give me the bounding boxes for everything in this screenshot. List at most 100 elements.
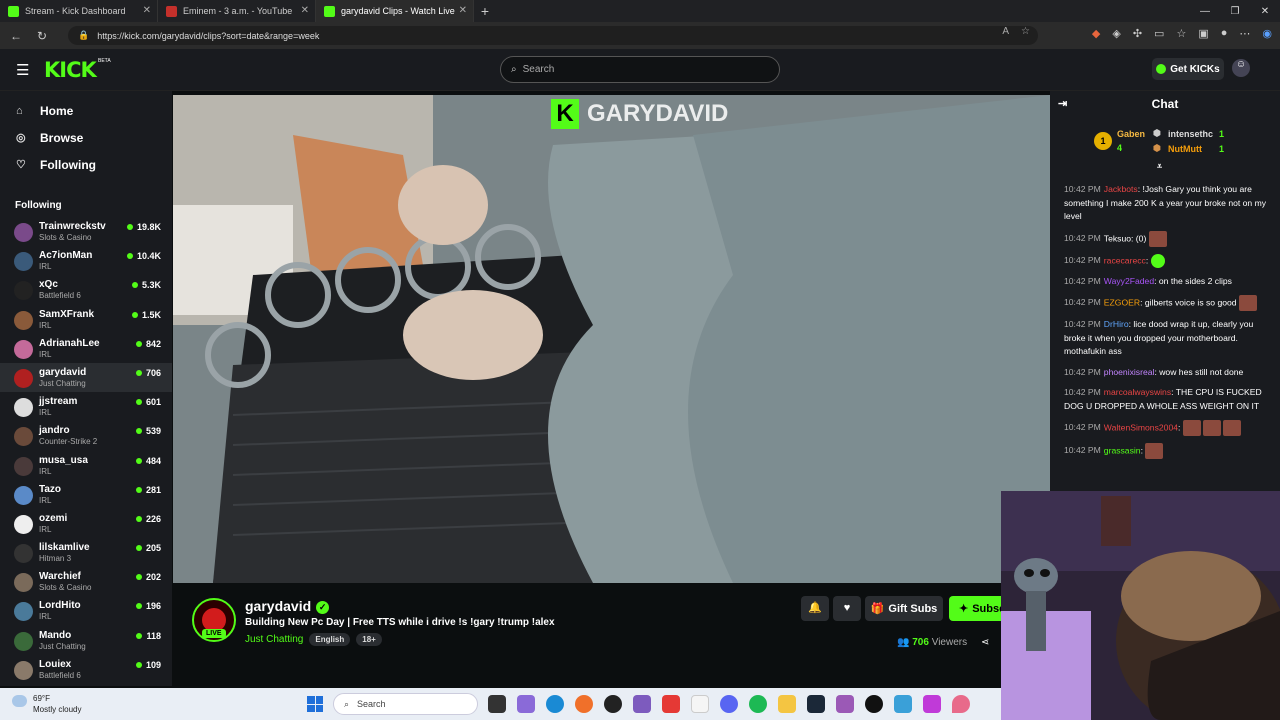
- sidebar-item-home[interactable]: ⌂ Home: [0, 97, 172, 124]
- video-player[interactable]: K GARYDAVID: [173, 95, 1050, 583]
- profile-icon[interactable]: ●: [1221, 27, 1228, 40]
- category-link[interactable]: Just Chatting: [245, 634, 303, 645]
- discord-icon[interactable]: [720, 695, 738, 713]
- firefox-icon[interactable]: [575, 695, 593, 713]
- chat-username[interactable]: racecarecc: [1104, 255, 1146, 265]
- refresh-icon[interactable]: ↻: [32, 29, 52, 43]
- expand-leaderboard-icon[interactable]: ⩡: [1157, 161, 1162, 172]
- extensions-puzzle-icon[interactable]: ✣: [1133, 27, 1142, 40]
- sidebar-item-ozemi[interactable]: ozemi IRL 226: [0, 509, 172, 538]
- gift-subs-label: Gift Subs: [888, 602, 938, 615]
- sidebar-item-samxfrank[interactable]: SamXFrank IRL 1.5K: [0, 305, 172, 334]
- share-icon[interactable]: ⋖: [981, 637, 989, 648]
- sidebar-item-musa_usa[interactable]: musa_usa IRL 484: [0, 451, 172, 480]
- bronze-badge-icon: ⬢: [1153, 143, 1161, 153]
- itunes-icon[interactable]: [691, 695, 709, 713]
- sidebar-item-lilskamlive[interactable]: lilskamlive Hitman 3 205: [0, 538, 172, 567]
- url-field[interactable]: 🔒 https://kick.com/garydavid/clips?sort=…: [68, 26, 1038, 45]
- edge-icon[interactable]: [546, 695, 564, 713]
- sidebar-item-louiex[interactable]: Louiex Battlefield 6 109: [0, 655, 172, 684]
- gift-subs-button[interactable]: 🎁 Gift Subs: [865, 596, 943, 621]
- twitch-icon[interactable]: [633, 695, 651, 713]
- collections-icon[interactable]: ▣: [1198, 27, 1208, 40]
- channel-name-row: garydavid ✓: [245, 598, 330, 614]
- sidebar-item-xqc[interactable]: xQc Battlefield 6 5.3K: [0, 275, 172, 304]
- get-kicks-button[interactable]: Get KICKs: [1152, 58, 1224, 80]
- app-icon[interactable]: [865, 695, 883, 713]
- windows-start-icon[interactable]: [307, 696, 323, 712]
- tab-garydavid-clips[interactable]: garydavid Clips - Watch Live ✕: [316, 0, 474, 22]
- extension-icon[interactable]: ◈: [1112, 27, 1120, 40]
- sidebar-item-trainwreckstv[interactable]: Trainwreckstv Slots & Casino 19.8K: [0, 217, 172, 246]
- follow-heart-button[interactable]: ♥: [833, 596, 861, 621]
- sidebar-item-browse[interactable]: ◎ Browse: [0, 124, 172, 151]
- split-screen-icon[interactable]: ▭: [1154, 27, 1164, 40]
- sidebar-item-lordhito[interactable]: LordHito IRL 196: [0, 596, 172, 625]
- hamburger-menu-icon[interactable]: ☰: [16, 61, 29, 79]
- collapse-chat-icon[interactable]: ⇥: [1058, 91, 1067, 117]
- steam-icon[interactable]: [807, 695, 825, 713]
- file-explorer-icon[interactable]: [778, 695, 796, 713]
- taskbar-search[interactable]: ⌕ Search: [333, 693, 478, 715]
- subscribe-button[interactable]: ✦ Subscribe: [949, 596, 1009, 621]
- obs-icon[interactable]: [604, 695, 622, 713]
- app-icon[interactable]: [894, 695, 912, 713]
- close-icon[interactable]: ✕: [301, 5, 309, 16]
- task-view-icon[interactable]: [488, 695, 506, 713]
- leader-third-name[interactable]: NutMutt: [1168, 144, 1202, 154]
- copilot-icon[interactable]: [517, 695, 535, 713]
- leader-second-name[interactable]: intensethc: [1168, 129, 1213, 139]
- youtube-icon[interactable]: [662, 695, 680, 713]
- kick-logo[interactable]: KICK: [44, 58, 97, 82]
- chat-username[interactable]: WaltenSimons2004: [1104, 422, 1178, 432]
- tab-title: Eminem - 3 a.m. - YouTube: [183, 6, 293, 16]
- extension-icon[interactable]: ◆: [1092, 27, 1100, 40]
- more-icon[interactable]: ⋯: [1239, 27, 1250, 40]
- following-category: IRL: [39, 612, 52, 622]
- chat-username[interactable]: DrHiro: [1104, 319, 1129, 329]
- fx-icon[interactable]: [923, 695, 941, 713]
- copilot-icon[interactable]: ◉: [1262, 27, 1272, 40]
- map-pin-icon[interactable]: [952, 695, 970, 713]
- read-aloud-icon[interactable]: A: [1002, 26, 1009, 37]
- sidebar-item-following[interactable]: ♡ Following: [0, 151, 172, 178]
- minimize-icon[interactable]: —: [1190, 0, 1220, 22]
- emote-icon: [1150, 253, 1165, 268]
- tab-kick-dashboard[interactable]: Stream - Kick Dashboard ✕: [0, 0, 158, 22]
- maximize-icon[interactable]: ❐: [1220, 0, 1250, 22]
- chat-text: :: [1178, 422, 1181, 433]
- search-input[interactable]: ⌕ Search: [500, 56, 780, 83]
- sidebar-item-jandro[interactable]: jandro Counter-Strike 2 539: [0, 421, 172, 450]
- sidebar-item-warchief[interactable]: Warchief Slots & Casino 202: [0, 567, 172, 596]
- chat-timestamp: 10:42 PM: [1064, 422, 1101, 433]
- chat-username[interactable]: Jackbots: [1104, 184, 1138, 194]
- spotify-icon[interactable]: [749, 695, 767, 713]
- app-icon[interactable]: [836, 695, 854, 713]
- close-icon[interactable]: ✕: [143, 5, 151, 16]
- chat-username[interactable]: marcoalwayswins: [1104, 387, 1171, 397]
- favorites-icon[interactable]: ☆: [1176, 27, 1186, 40]
- tab-youtube[interactable]: Eminem - 3 a.m. - YouTube ✕: [158, 0, 316, 22]
- sidebar-item-garydavid[interactable]: garydavid Just Chatting 706: [0, 362, 172, 393]
- tag-mature[interactable]: 18+: [356, 633, 382, 646]
- back-icon[interactable]: ←: [6, 29, 26, 43]
- sidebar-item-adrianahlee[interactable]: AdrianahLee IRL 842: [0, 334, 172, 363]
- chat-username[interactable]: Teksuo: [1104, 233, 1131, 243]
- sidebar-item-jjstream[interactable]: jjstream IRL 601: [0, 392, 172, 421]
- chat-username[interactable]: phoenixisreal: [1104, 367, 1155, 377]
- user-avatar[interactable]: ☺: [1232, 59, 1250, 77]
- favorite-star-icon[interactable]: ☆: [1021, 26, 1030, 37]
- tag-language[interactable]: English: [309, 633, 351, 646]
- chat-username[interactable]: EZGOER: [1104, 297, 1140, 307]
- new-tab-button[interactable]: +: [474, 3, 496, 19]
- close-window-icon[interactable]: ✕: [1250, 0, 1280, 22]
- chat-username[interactable]: grassasin: [1104, 445, 1141, 455]
- notification-bell-button[interactable]: 🔔: [801, 596, 829, 621]
- chat-username[interactable]: Wayy2Faded: [1104, 276, 1154, 286]
- sidebar-item-tazo[interactable]: Tazo IRL 281: [0, 480, 172, 509]
- sidebar-item-ac7ionman[interactable]: Ac7ionMan IRL 10.4K: [0, 246, 172, 275]
- channel-name[interactable]: garydavid: [245, 598, 311, 614]
- leader-first-name[interactable]: Gaben: [1117, 129, 1145, 139]
- sidebar-item-mando[interactable]: Mando Just Chatting 118: [0, 626, 172, 655]
- close-icon[interactable]: ✕: [459, 5, 467, 16]
